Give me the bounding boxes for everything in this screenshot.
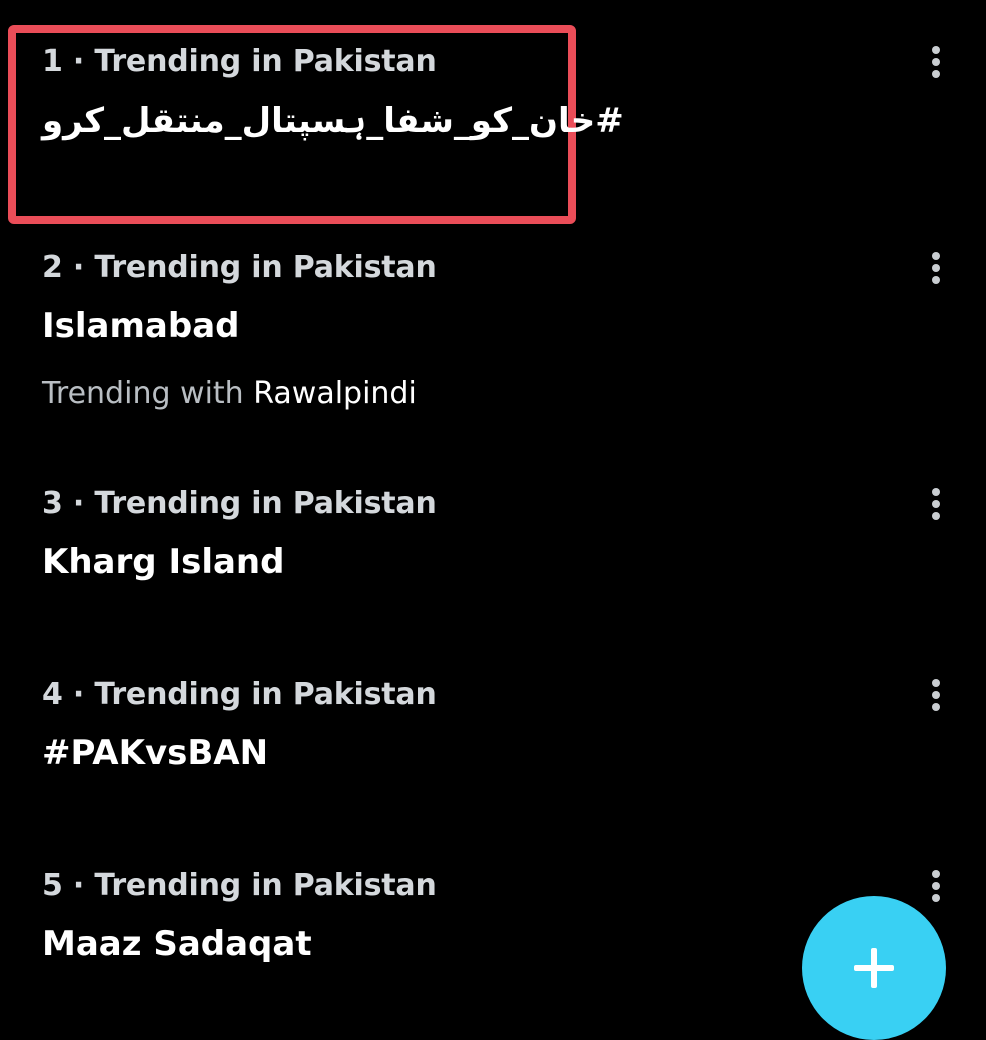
trend-item-3[interactable]: 3 · Trending in Pakistan Kharg Island: [0, 482, 986, 622]
trend-item-4[interactable]: 4 · Trending in Pakistan #PAKvsBAN: [0, 673, 986, 813]
more-options-button[interactable]: [918, 673, 954, 717]
compose-button[interactable]: [802, 896, 946, 1040]
more-vertical-icon: [932, 488, 940, 520]
trend-header: 1 · Trending in Pakistan: [42, 44, 437, 79]
more-options-button[interactable]: [918, 864, 954, 908]
trend-context: Trending with Rawalpindi: [42, 376, 417, 411]
trend-context-prefix: Trending with: [42, 376, 254, 411]
more-vertical-icon: [932, 870, 940, 902]
trend-item-2[interactable]: 2 · Trending in Pakistan Islamabad Trend…: [0, 246, 986, 426]
trend-title: Maaz Sadaqat: [42, 924, 312, 964]
trend-header: 3 · Trending in Pakistan: [42, 486, 437, 521]
trend-title: Kharg Island: [42, 542, 285, 582]
more-vertical-icon: [932, 252, 940, 284]
more-options-button[interactable]: [918, 482, 954, 526]
trend-title: Islamabad: [42, 306, 240, 346]
trend-item-1[interactable]: 1 · Trending in Pakistan #خان_کو_شفا_ہسپ…: [0, 40, 986, 220]
plus-icon: [854, 948, 894, 988]
trend-header: 4 · Trending in Pakistan: [42, 677, 437, 712]
more-options-button[interactable]: [918, 246, 954, 290]
trend-context-link[interactable]: Rawalpindi: [253, 376, 417, 411]
more-vertical-icon: [932, 679, 940, 711]
trend-header: 5 · Trending in Pakistan: [42, 868, 437, 903]
trend-header: 2 · Trending in Pakistan: [42, 250, 437, 285]
more-vertical-icon: [932, 46, 940, 78]
trend-title: #PAKvsBAN: [42, 733, 269, 773]
more-options-button[interactable]: [918, 40, 954, 84]
trend-title: #خان_کو_شفا_ہسپتال_منتقل_کرو: [42, 101, 624, 141]
